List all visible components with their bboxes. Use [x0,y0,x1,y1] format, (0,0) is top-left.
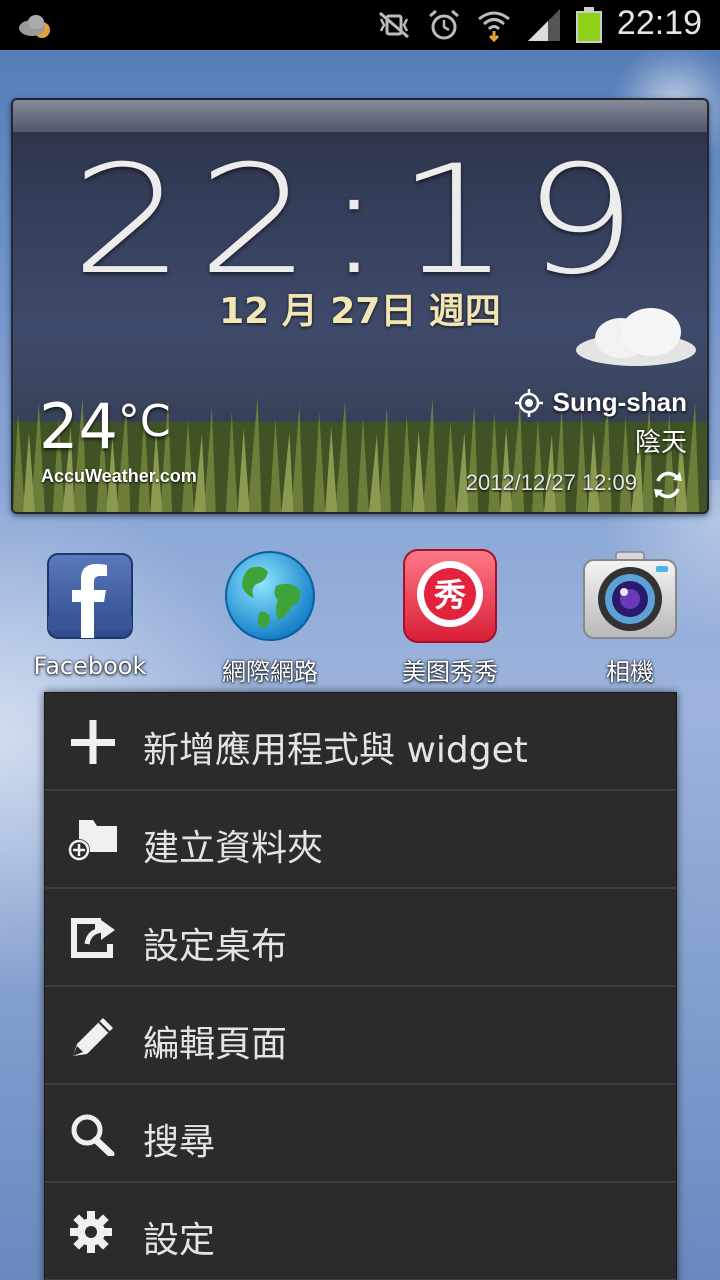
menu-item-search[interactable]: 搜尋 [45,1085,676,1183]
cloud-weather-icon [576,308,696,366]
camera-icon [583,551,677,639]
app-label: 美图秀秀 [402,658,498,686]
gear-icon [70,1211,112,1253]
menu-item-label: 搜尋 [143,1122,216,1163]
menu-item-edit-page[interactable]: 編輯頁面 [45,987,676,1085]
app-label: Facebook [33,652,147,680]
wallpaper-icon [71,918,115,958]
clock-weather-widget[interactable]: 22:19 12 月 27日 週四 24°C AccuWeather.com S… [11,98,709,514]
alarm-icon [429,9,459,40]
menu-item-label: 編輯頁面 [143,1024,288,1065]
app-label: 相機 [606,658,654,686]
menu-item-set-wallpaper[interactable]: 設定桌布 [45,889,676,987]
weather-condition: 陰天 [634,428,687,458]
search-icon [71,1114,115,1156]
facebook-icon [47,553,133,639]
status-bar: 22:19 [0,0,720,50]
temperature: 24°C [39,390,171,463]
menu-item-label: 設定桌布 [143,926,288,967]
menu-item-settings[interactable]: 設定 [45,1183,676,1280]
menu-item-label: 建立資料夾 [143,828,324,869]
wifi-icon [478,11,510,43]
folder-add-icon [68,820,117,861]
menu-item-label: 新增應用程式與 widget [143,730,528,771]
battery-icon [576,7,602,43]
meitu-icon: 秀 [403,549,497,643]
signal-icon [528,9,560,41]
app-facebook[interactable]: Facebook [0,546,180,680]
app-label: 網際網路 [222,658,318,686]
temperature-unit: °C [117,396,171,447]
weather-cloud-sun-icon [19,15,50,38]
app-shortcut-row: Facebook 網際網路 秀 美图秀秀 相機 [0,546,720,696]
menu-item-label: 設定 [143,1220,216,1261]
refresh-icon[interactable] [651,468,685,502]
location-name: Sung-shan [552,387,687,417]
app-meitu[interactable]: 秀 美图秀秀 [360,546,540,687]
status-time: 22:19 [616,4,702,42]
accuweather-logo: AccuWeather.com [41,466,197,486]
app-camera[interactable]: 相機 [540,546,720,687]
menu-item-add-apps-widgets[interactable]: 新增應用程式與 widget [45,693,676,791]
temperature-value: 24 [39,390,118,463]
pencil-icon [73,1018,113,1056]
menu-item-create-folder[interactable]: 建立資料夾 [45,791,676,889]
svg-text:秀: 秀 [433,576,466,614]
weather-location: Sung-shan [514,387,687,418]
location-target-icon [514,388,543,417]
home-options-menu: 新增應用程式與 widget 建立資料夾 設定桌布 編輯頁面 搜尋 設定 [44,692,677,1280]
globe-icon [225,551,315,641]
app-browser[interactable]: 網際網路 [180,546,360,687]
weather-updated-time: 2012/12/27 12:09 [465,470,637,495]
plus-icon [71,720,115,764]
mute-vibrate-icon [379,11,409,39]
widget-top-bar [13,100,707,132]
